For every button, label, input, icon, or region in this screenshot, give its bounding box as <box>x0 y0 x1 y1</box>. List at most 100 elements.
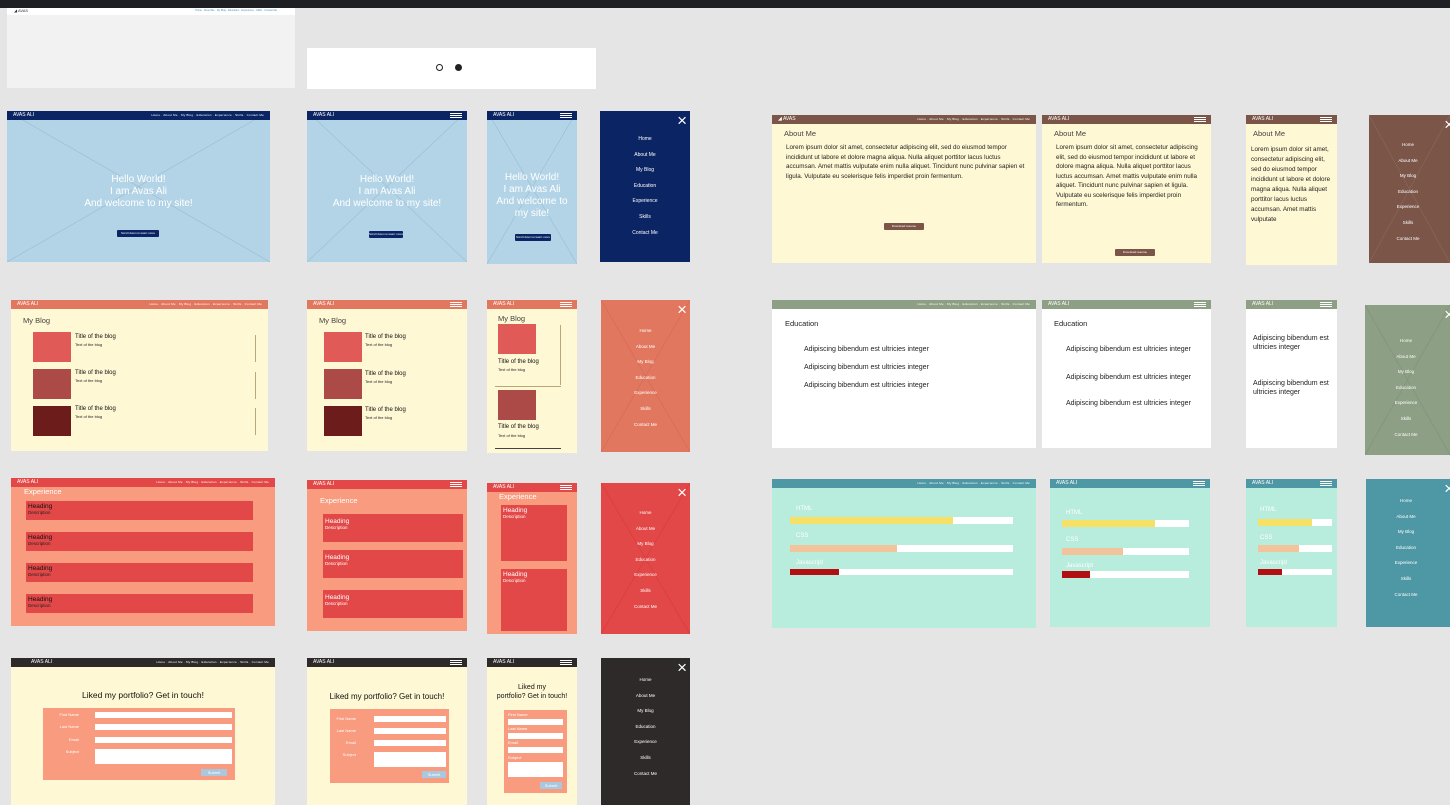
menu-item-about[interactable]: About Me <box>601 521 690 537</box>
frame-footer[interactable] <box>307 48 596 89</box>
menu-item-skills[interactable]: Skills <box>1365 411 1447 427</box>
hamburger-menu-icon[interactable] <box>1320 117 1332 122</box>
email-input[interactable] <box>95 737 232 743</box>
brand[interactable]: AVAS ALI <box>1252 301 1273 307</box>
frame-contact-tablet[interactable]: AVAS ALI Liked my portfolio? Get in touc… <box>307 658 467 805</box>
frame-menu-charcoal[interactable]: × Home About Me My Blog Education Experi… <box>601 658 690 805</box>
blog-post-title-1[interactable]: Title of the blog <box>498 359 539 365</box>
menu-item-blog[interactable]: My Blog <box>601 354 690 370</box>
frame-experience-desktop[interactable]: AVAS ALI Home · About Me · My Blog · Educ… <box>11 478 275 626</box>
brand[interactable]: AVAS ALI <box>493 659 514 665</box>
menu-item-skills[interactable]: Skills <box>601 401 690 417</box>
menu-item-skills[interactable]: Skills <box>1366 571 1446 587</box>
menu-item-about[interactable]: About Me <box>601 339 690 355</box>
frame-blog-mobile[interactable]: AVAS ALI My Blog Title of the blog Text … <box>487 300 577 453</box>
menu-item-contact[interactable]: Contact Me <box>600 226 690 242</box>
menu-item-contact[interactable]: Contact Me <box>601 417 690 433</box>
menu-item-skills[interactable]: Skills <box>1369 215 1447 231</box>
blog-post-title-1[interactable]: Title of the blog <box>365 334 406 340</box>
menu-item-home[interactable]: Home <box>1366 493 1446 509</box>
close-icon[interactable]: × <box>677 301 687 318</box>
frame-education-tablet[interactable]: AVAS ALI Education Adipiscing bibendum e… <box>1042 300 1211 448</box>
scroll-down-button[interactable]: Scroll down to learn more <box>369 231 403 238</box>
menu-item-home[interactable]: Home <box>601 323 690 339</box>
brand[interactable]: AVAS ALI <box>493 112 514 118</box>
frame-menu-sage[interactable]: × Home About Me My Blog Education Experi… <box>1365 305 1450 455</box>
menu-item-education[interactable]: Education <box>601 552 690 568</box>
brand[interactable]: AVAS ALI <box>1252 116 1273 122</box>
menu-item-contact[interactable]: Contact Me <box>601 766 690 782</box>
menu-item-about[interactable]: About Me <box>1365 349 1447 365</box>
menu-item-contact[interactable]: Contact Me <box>1369 231 1447 247</box>
menu-item-education[interactable]: Education <box>601 719 690 735</box>
close-icon[interactable]: × <box>677 112 687 129</box>
hamburger-menu-icon[interactable] <box>450 660 462 665</box>
last-name-input[interactable] <box>95 724 232 730</box>
brand[interactable]: AVAS ALI <box>17 301 38 307</box>
frame-education-desktop[interactable]: Home · About Me · My Blog · Education · … <box>772 300 1036 448</box>
last-name-input[interactable] <box>374 728 446 734</box>
brand[interactable]: AVAS ALI <box>13 112 34 118</box>
brand[interactable]: ◢ AVAS <box>778 116 796 122</box>
blog-post-title-2[interactable]: Title of the blog <box>365 371 406 377</box>
menu-item-skills[interactable]: Skills <box>601 583 690 599</box>
frame-hero-tablet[interactable]: AVAS ALI Hello World! I am Avas Ali And … <box>307 111 467 262</box>
blog-post-title-1[interactable]: Title of the blog <box>75 334 116 340</box>
menu-item-about[interactable]: About Me <box>601 688 690 704</box>
brand[interactable]: AVAS ALI <box>1048 301 1069 307</box>
download-resume-button[interactable]: Download resume <box>1115 249 1155 256</box>
menu-item-about[interactable]: About Me <box>600 148 690 164</box>
nav-links[interactable]: Home · About Me · My Blog · Education · … <box>149 300 262 309</box>
menu-item-blog[interactable]: My Blog <box>601 536 690 552</box>
nav-links[interactable]: Home · About Me · My Blog · Education · … <box>156 478 269 487</box>
blog-post-title-2[interactable]: Title of the blog <box>498 424 539 430</box>
nav-links[interactable]: Home · About Me · My Blog · Education · … <box>151 111 264 120</box>
hamburger-menu-icon[interactable] <box>450 482 462 487</box>
menu-item-education[interactable]: Education <box>600 179 690 195</box>
hamburger-menu-icon[interactable] <box>560 113 572 118</box>
blog-post-title-3[interactable]: Title of the blog <box>75 406 116 412</box>
github-icon[interactable] <box>436 64 443 71</box>
frame-hero-mobile[interactable]: AVAS ALI Hello World! I am Avas Ali And … <box>487 111 577 264</box>
hamburger-menu-icon[interactable] <box>450 113 462 118</box>
menu-item-blog[interactable]: My Blog <box>1369 168 1447 184</box>
menu-item-home[interactable]: Home <box>601 672 690 688</box>
nav-links[interactable]: Home · About Me · My Blog · Education · … <box>156 658 269 667</box>
brand[interactable]: AVAS ALI <box>493 484 514 490</box>
nav-links[interactable]: Home · About Me · My Blog · Education · … <box>917 300 1030 309</box>
frame-menu-teal[interactable]: × Home About Me My Blog Education Experi… <box>1366 479 1450 627</box>
hamburger-menu-icon[interactable] <box>1193 481 1205 486</box>
frame-experience-mobile[interactable]: AVAS ALI Experience Heading Description H… <box>487 483 577 634</box>
frame-contact-desktop[interactable]: AVAS ALI Home · About Me · My Blog · Educ… <box>11 658 275 805</box>
menu-item-education[interactable]: Education <box>601 370 690 386</box>
brand[interactable]: AVAS ALI <box>493 301 514 307</box>
menu-item-blog[interactable]: My Blog <box>1366 524 1446 540</box>
menu-item-experience[interactable]: Experience <box>600 194 690 210</box>
menu-item-home[interactable]: Home <box>601 505 690 521</box>
frame-about-desktop[interactable]: ◢ AVAS Home · About Me · My Blog · Educat… <box>772 115 1036 263</box>
nav-links[interactable]: Home · About Me · My Blog · Education · … <box>917 115 1030 124</box>
menu-item-blog[interactable]: My Blog <box>1365 364 1447 380</box>
close-icon[interactable]: × <box>677 484 687 501</box>
brand[interactable]: AVAS ALI <box>313 301 334 307</box>
download-resume-button[interactable]: Download resume <box>884 223 924 230</box>
frame-about-mobile[interactable]: AVAS ALI About Me Lorem ipsum dolor sit … <box>1246 115 1337 265</box>
frame-header-preview[interactable]: ◢ AVAS Home · About Me · My Blog · Educa… <box>7 8 295 88</box>
scroll-down-button[interactable]: Scroll down to learn more <box>515 234 551 241</box>
brand[interactable]: AVAS ALI <box>313 112 334 118</box>
subject-input[interactable] <box>508 762 563 777</box>
menu-item-experience[interactable]: Experience <box>1365 395 1447 411</box>
submit-button[interactable]: Submit <box>201 769 227 776</box>
subject-input[interactable] <box>374 752 446 767</box>
menu-item-about[interactable]: About Me <box>1369 153 1447 169</box>
frame-menu-navy[interactable]: × Home About Me My Blog Education Experi… <box>600 111 690 262</box>
hamburger-menu-icon[interactable] <box>1320 302 1332 307</box>
submit-button[interactable]: Submit <box>422 771 446 778</box>
menu-item-blog[interactable]: My Blog <box>600 163 690 179</box>
blog-post-title-3[interactable]: Title of the blog <box>365 407 406 413</box>
brand[interactable]: AVAS ALI <box>1048 116 1069 122</box>
email-input[interactable] <box>508 747 563 753</box>
menu-item-experience[interactable]: Experience <box>1369 199 1447 215</box>
menu-item-blog[interactable]: My Blog <box>601 703 690 719</box>
menu-item-experience[interactable]: Experience <box>601 734 690 750</box>
